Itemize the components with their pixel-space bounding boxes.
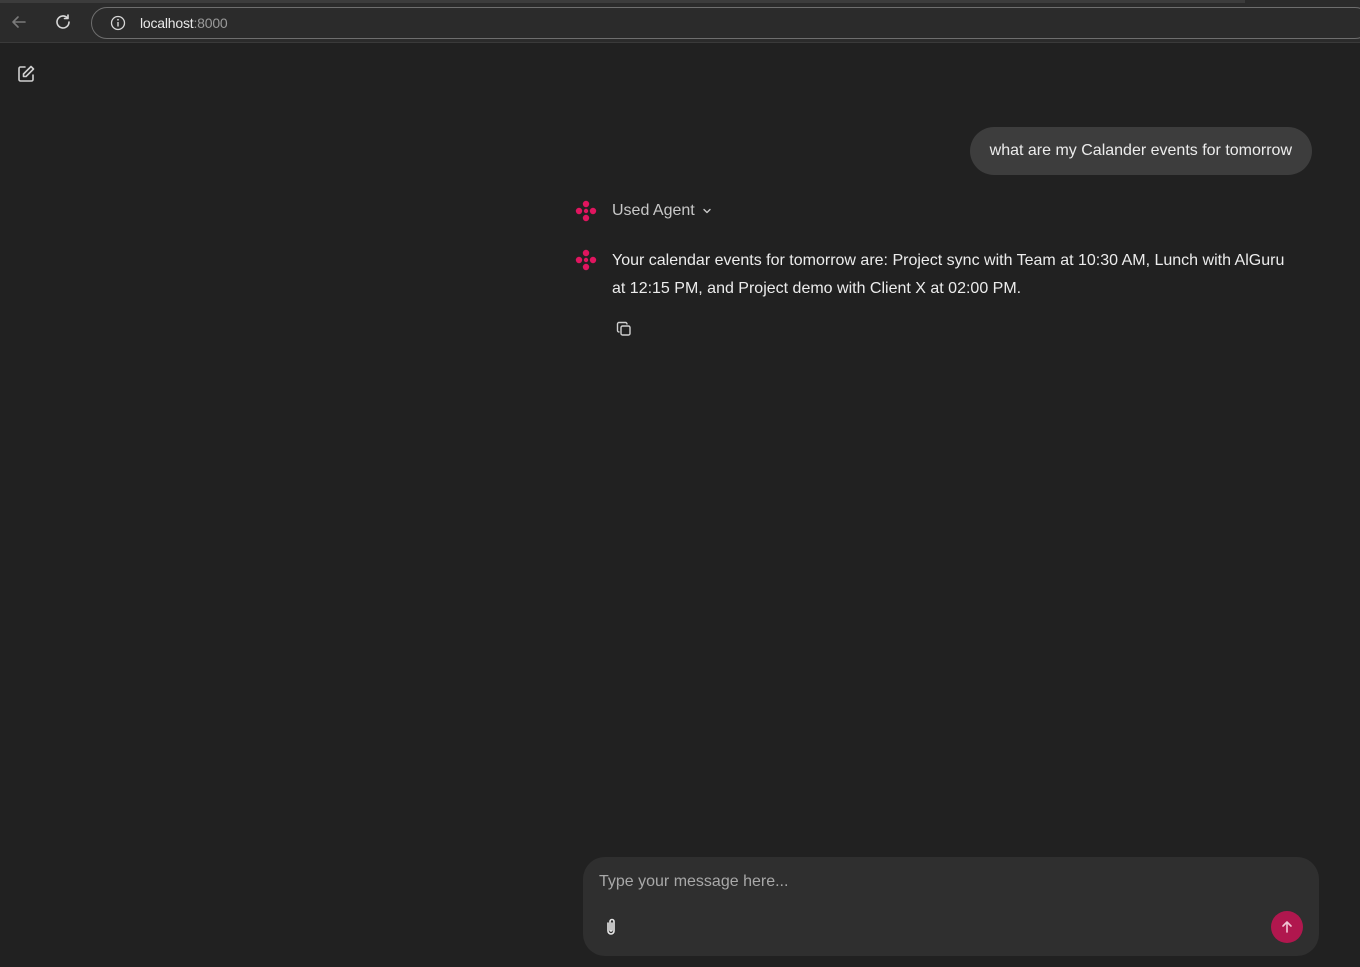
url-host: localhost [140, 15, 194, 31]
chevron-down-icon [701, 205, 713, 217]
site-info-icon[interactable] [109, 14, 127, 32]
message-composer [583, 857, 1319, 956]
url-port: :8000 [193, 15, 228, 31]
url-text: localhost:8000 [140, 15, 228, 31]
message-input[interactable] [599, 869, 1289, 895]
tab-strip [0, 0, 1245, 3]
arrow-left-icon [12, 16, 26, 28]
assistant-logo-icon [575, 200, 597, 222]
attach-button[interactable] [600, 916, 622, 938]
assistant-message-text: Your calendar events for tomorrow are: P… [612, 252, 1285, 297]
send-button[interactable] [1271, 911, 1303, 943]
reload-button[interactable] [51, 10, 75, 34]
used-agent-label: Used Agent [612, 202, 695, 219]
reload-icon [56, 14, 70, 29]
new-chat-button[interactable] [14, 62, 38, 86]
edit-icon [18, 65, 35, 82]
back-button[interactable] [7, 10, 31, 34]
assistant-message: Your calendar events for tomorrow are: P… [575, 249, 1295, 303]
browser-toolbar: localhost:8000 [0, 0, 1360, 43]
user-message-bubble: what are my Calander events for tomorrow [969, 127, 1312, 175]
user-message-text: what are my Calander events for tomorrow [989, 142, 1292, 159]
assistant-logo-icon [575, 249, 597, 271]
arrow-up-icon [1282, 921, 1292, 933]
used-agent-toggle[interactable]: Used Agent [575, 200, 713, 222]
copy-icon [616, 321, 631, 336]
copy-button[interactable] [614, 319, 634, 339]
paperclip-icon [607, 918, 615, 935]
address-bar[interactable]: localhost:8000 [91, 7, 1360, 39]
